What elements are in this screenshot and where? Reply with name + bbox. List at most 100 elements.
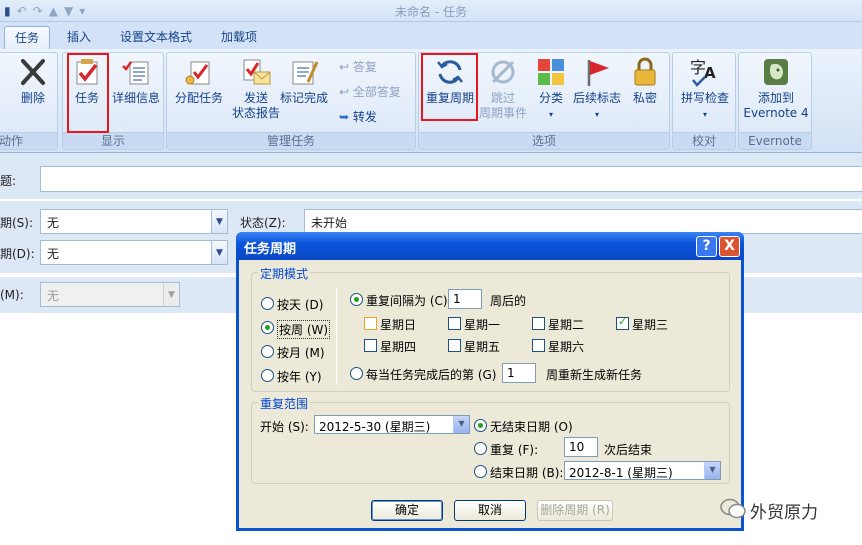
day-checkbox-monday[interactable]	[448, 317, 461, 330]
group-label-options: 选项	[419, 132, 669, 149]
forward-button[interactable]: ➥ 转发	[339, 109, 377, 125]
monthly-label: 按月 (M)	[277, 346, 325, 360]
ok-button[interactable]: 确定	[371, 500, 443, 521]
reply-all-button[interactable]: ↩ 全部答复	[339, 84, 401, 100]
status-field[interactable]: 未开始	[304, 209, 862, 234]
end-by-select[interactable]: 2012-8-1 (星期三) ▼	[564, 461, 721, 480]
yearly-label: 按年 (Y)	[277, 370, 322, 384]
group-manage-task: 分配任务 发送 状态报告 标记完成 ↩ 答复 ↩ 全部答复 ➥ 转发 管理任务	[166, 52, 416, 150]
regenerate-radio[interactable]	[350, 367, 363, 380]
categorize-icon	[538, 59, 564, 85]
yearly-radio[interactable]	[261, 369, 274, 382]
assign-task-button[interactable]: 分配任务	[171, 56, 227, 106]
forward-icon: ➥	[339, 110, 350, 124]
day-checkbox-thursday[interactable]	[364, 339, 377, 352]
reminder-label: (M):	[0, 288, 24, 302]
evernote-icon	[764, 59, 788, 85]
skip-occurrence-button[interactable]: 跳过 周期事件	[477, 56, 529, 121]
end-after-suffix: 次后结束	[604, 443, 653, 457]
reply-button[interactable]: ↩ 答复	[339, 59, 377, 75]
mark-complete-button[interactable]: 标记完成	[277, 56, 331, 106]
day-label-friday: 星期五	[464, 340, 501, 354]
follow-up-dropdown-icon: ▾	[594, 110, 599, 119]
window-title: 未命名 - 任务	[395, 5, 467, 19]
reply-all-icon: ↩	[339, 85, 350, 99]
end-after-radio[interactable]	[474, 442, 487, 455]
recur-every-input[interactable]: 1	[448, 289, 482, 309]
chevron-down-icon[interactable]: ▼	[211, 210, 227, 233]
day-label-tuesday: 星期二	[548, 318, 585, 332]
tab-addins[interactable]: 加载项	[210, 26, 268, 49]
day-checkbox-wednesday[interactable]	[616, 315, 629, 330]
spelling-check-button[interactable]: 字 A 拼写检查 ▾	[675, 56, 735, 122]
due-date-field[interactable]: 无 ▼	[40, 240, 228, 265]
categorize-button[interactable]: 分类 ▾	[529, 56, 573, 122]
chevron-down-icon[interactable]: ▼	[211, 241, 227, 264]
close-button[interactable]: X	[719, 236, 740, 257]
day-label-wednesday: 星期三	[632, 318, 669, 332]
recurrence-pattern-title: 定期模式	[258, 265, 311, 282]
chevron-down-icon[interactable]: ▼	[704, 462, 720, 479]
task-recurrence-dialog: 任务周期 ? X 定期模式 按天 (D) 按周 (W) 按月 (M) 按年 (Y…	[236, 232, 744, 531]
skip-occurrence-icon	[491, 60, 515, 84]
recurrence-pattern-group: 定期模式 按天 (D) 按周 (W) 按月 (M) 按年 (Y) 重复间隔为 (…	[251, 265, 730, 392]
task-window: ▮ ↶ ↷ ▲ ▼ ▾ 未命名 - 任务 任务 插入 设置文本格式 加载项 删除…	[0, 0, 862, 545]
day-checkbox-sunday[interactable]	[364, 317, 377, 330]
dialog-title: 任务周期	[244, 242, 297, 257]
start-date-field[interactable]: 无 ▼	[40, 209, 228, 234]
send-status-icon	[243, 59, 271, 85]
pattern-divider	[336, 287, 337, 385]
lock-icon	[634, 57, 656, 86]
monthly-radio[interactable]	[261, 345, 274, 358]
group-evernote: 添加到 Evernote 4 Evernote	[738, 52, 812, 150]
mark-complete-icon	[292, 61, 319, 85]
due-date-label: 期(D):	[0, 247, 35, 261]
day-checkbox-saturday[interactable]	[532, 339, 545, 352]
help-button[interactable]: ?	[696, 236, 717, 257]
end-after-input[interactable]: 10	[564, 437, 598, 457]
regenerate-label: 每当任务完成后的第 (G)	[366, 368, 497, 382]
group-label-show: 显示	[63, 132, 163, 149]
group-actions: 删除 动作	[0, 52, 58, 150]
weeks-on-label: 周后的	[490, 294, 527, 308]
reminder-field[interactable]: 无 ▼	[40, 282, 180, 307]
chevron-down-icon[interactable]: ▼	[453, 416, 469, 433]
delete-button[interactable]: 删除	[11, 56, 55, 106]
tab-insert[interactable]: 插入	[56, 26, 102, 49]
range-start-select[interactable]: 2012-5-30 (星期三) ▼	[314, 415, 470, 434]
day-label-saturday: 星期六	[548, 340, 585, 354]
regenerate-input[interactable]: 1	[502, 363, 536, 383]
weekly-label: 按周 (W)	[277, 320, 331, 339]
details-button[interactable]: 详细信息	[109, 56, 163, 106]
private-button[interactable]: 私密	[625, 56, 665, 106]
reply-icon: ↩	[339, 60, 350, 74]
day-checkbox-friday[interactable]	[448, 339, 461, 352]
details-icon	[122, 61, 149, 85]
remove-recurrence-button[interactable]: 删除周期 (R)	[537, 500, 613, 521]
daily-radio[interactable]	[261, 297, 274, 310]
add-to-evernote-button[interactable]: 添加到 Evernote 4	[741, 56, 811, 121]
chevron-down-icon[interactable]: ▼	[163, 283, 179, 306]
tab-task[interactable]: 任务	[4, 26, 50, 49]
assign-task-icon	[185, 61, 210, 85]
cancel-button[interactable]: 取消	[454, 500, 526, 521]
no-end-date-radio[interactable]	[474, 419, 487, 432]
delete-icon	[21, 59, 45, 85]
watermark-text: 外贸原力	[750, 503, 818, 523]
daily-label: 按天 (D)	[277, 298, 324, 312]
follow-up-button[interactable]: 后续标志 ▾	[573, 56, 621, 122]
chat-bubble-icon	[720, 498, 746, 519]
group-label-actions: 动作	[0, 132, 57, 149]
dialog-title-bar: 任务周期 ? X	[236, 232, 744, 260]
group-label-evernote: Evernote	[739, 132, 811, 149]
recurrence-button-highlight	[421, 53, 478, 121]
tab-format-text[interactable]: 设置文本格式	[110, 26, 202, 49]
title-bar: ▮ ↶ ↷ ▲ ▼ ▾ 未命名 - 任务	[0, 0, 862, 22]
weekly-radio[interactable]	[261, 321, 274, 334]
group-proofing: 字 A 拼写检查 ▾ 校对	[672, 52, 736, 150]
day-checkbox-tuesday[interactable]	[532, 317, 545, 330]
end-by-radio[interactable]	[474, 465, 487, 478]
recur-every-radio[interactable]	[350, 293, 363, 306]
subject-input[interactable]	[40, 166, 862, 192]
svg-text:A: A	[704, 64, 716, 82]
